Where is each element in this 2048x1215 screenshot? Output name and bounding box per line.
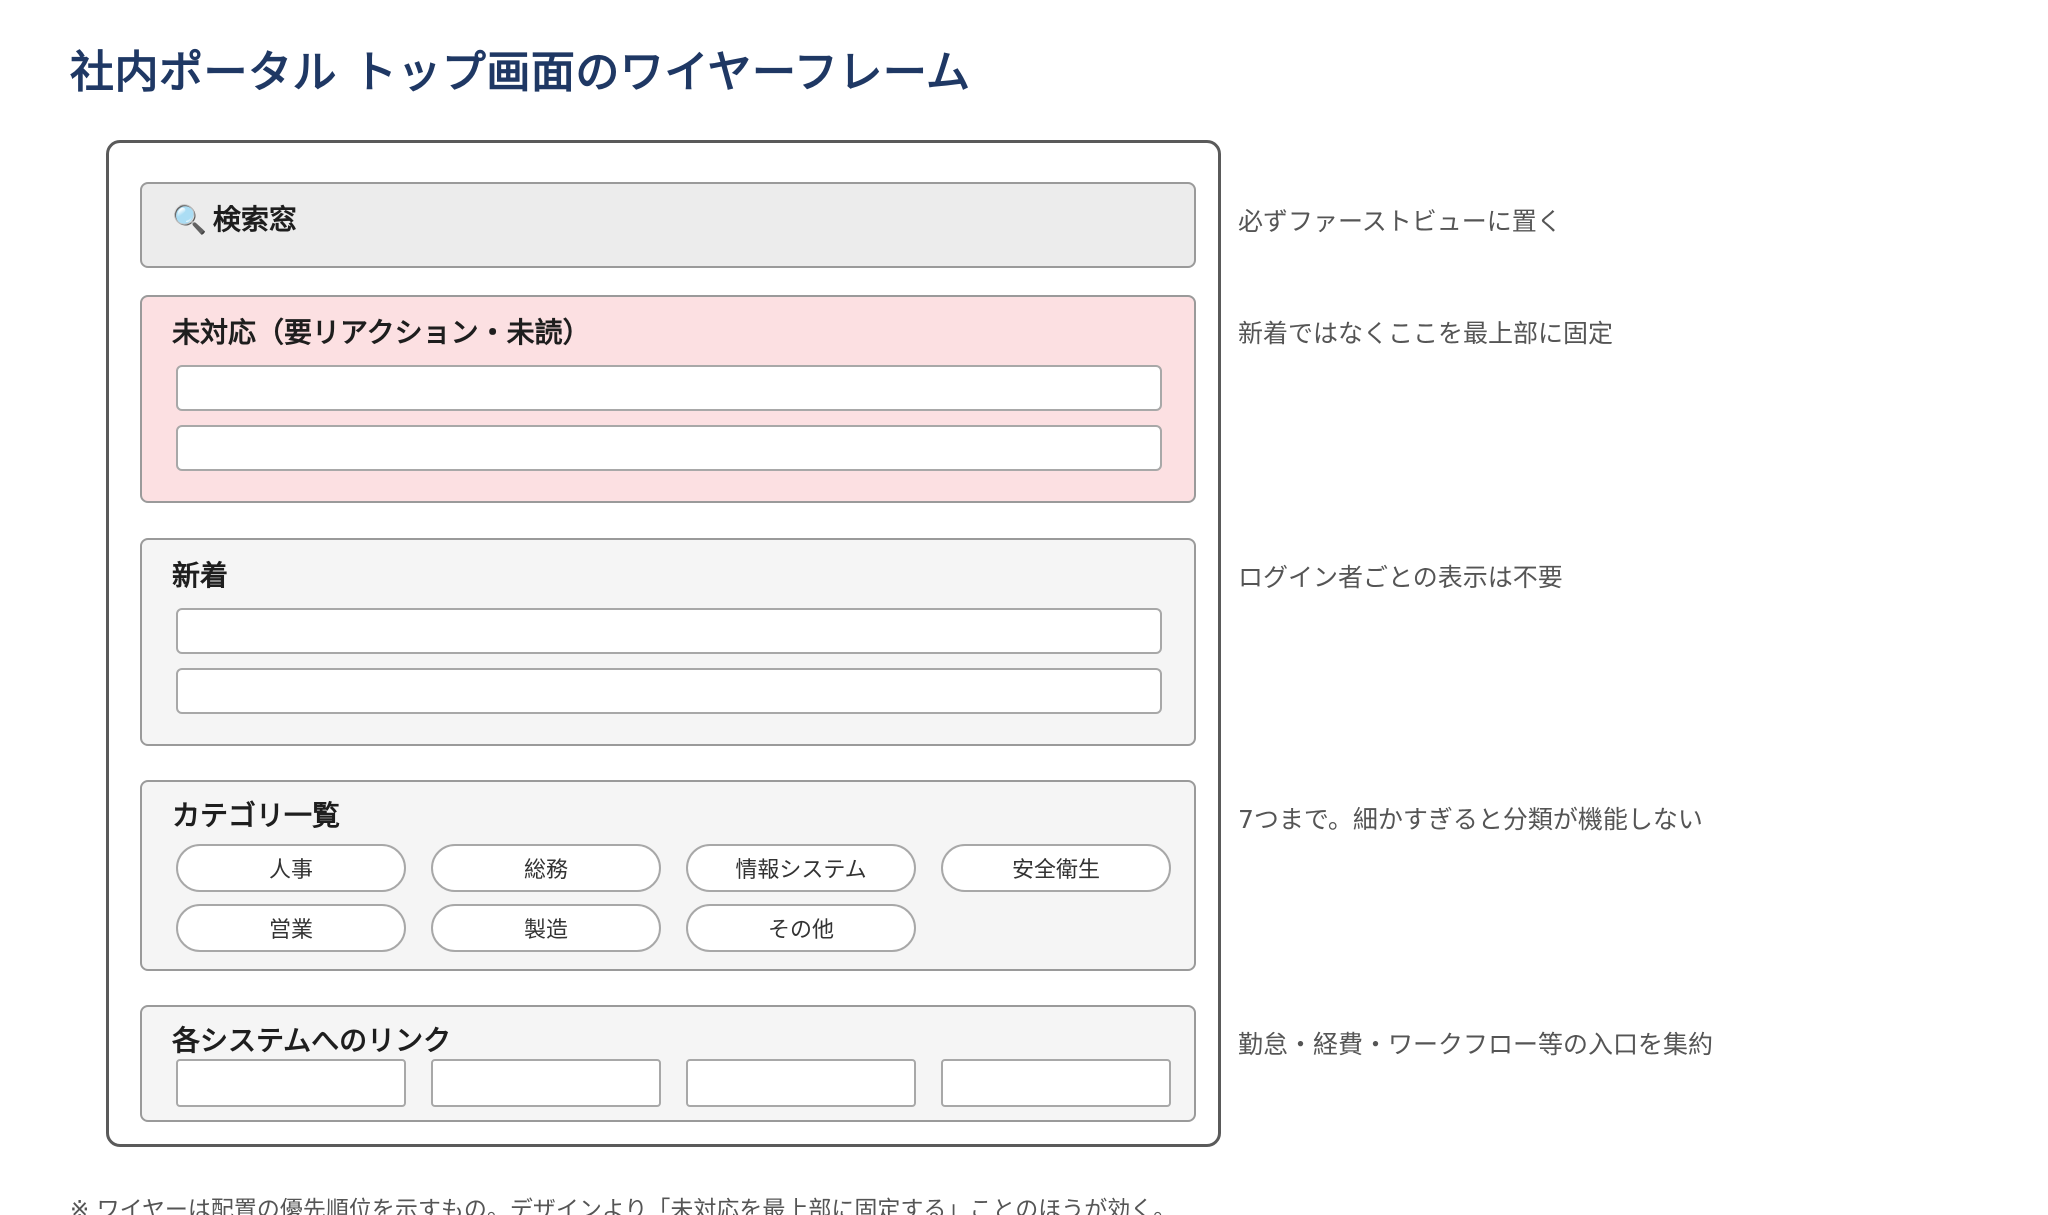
annotation-new: ログイン者ごとの表示は不要: [1238, 563, 1563, 592]
category-pill: 総務: [431, 844, 661, 892]
annotation-search: 必ずファーストビューに置く: [1238, 207, 1562, 236]
category-pill: 情報システム: [686, 844, 916, 892]
system-link-placeholder: [431, 1059, 661, 1107]
annotation-categories: 7つまで。細かすぎると分類が機能しない: [1238, 805, 1703, 834]
search-icon: 🔍: [172, 203, 207, 236]
category-pill: 営業: [176, 904, 406, 952]
unread-label: 未対応（要リアクション・未読）: [172, 316, 591, 349]
system-link-placeholder: [176, 1059, 406, 1107]
category-pill: 製造: [431, 904, 661, 952]
new-label: 新着: [172, 559, 229, 592]
system-links-section: 各システムへのリンク: [140, 1005, 1196, 1122]
annotation-links: 勤怠・経費・ワークフロー等の入口を集約: [1238, 1030, 1714, 1059]
new-section: 新着: [140, 538, 1196, 746]
page: 社内ポータル トップ画面のワイヤーフレーム 🔍 検索窓 未対応（要リアクション・未…: [0, 0, 2048, 1215]
footnote: ※ ワイヤーは配置の優先順位を示すもの。デザインより「未対応を最上部に固定する」…: [70, 1197, 1177, 1215]
annotation-unread: 新着ではなくここを最上部に固定: [1238, 319, 1614, 348]
system-links-label: 各システムへのリンク: [172, 1024, 452, 1057]
system-link-placeholder: [941, 1059, 1171, 1107]
page-title: 社内ポータル トップ画面のワイヤーフレーム: [70, 47, 971, 98]
category-pill: 安全衛生: [941, 844, 1171, 892]
system-link-placeholder: [686, 1059, 916, 1107]
search-label: 🔍 検索窓: [172, 198, 297, 238]
category-section: カテゴリ一覧 人事 総務 情報システム 安全衛生 営業 製造 その他: [140, 780, 1196, 971]
unread-item-placeholder: [176, 365, 1162, 411]
category-label: カテゴリ一覧: [172, 799, 341, 832]
category-pill: 人事: [176, 844, 406, 892]
unread-section: 未対応（要リアクション・未読）: [140, 295, 1196, 503]
unread-item-placeholder: [176, 425, 1162, 471]
search-section: 🔍 検索窓: [140, 182, 1196, 268]
search-label-text: 検索窓: [212, 203, 297, 236]
new-item-placeholder: [176, 668, 1162, 714]
new-item-placeholder: [176, 608, 1162, 654]
category-pill: その他: [686, 904, 916, 952]
